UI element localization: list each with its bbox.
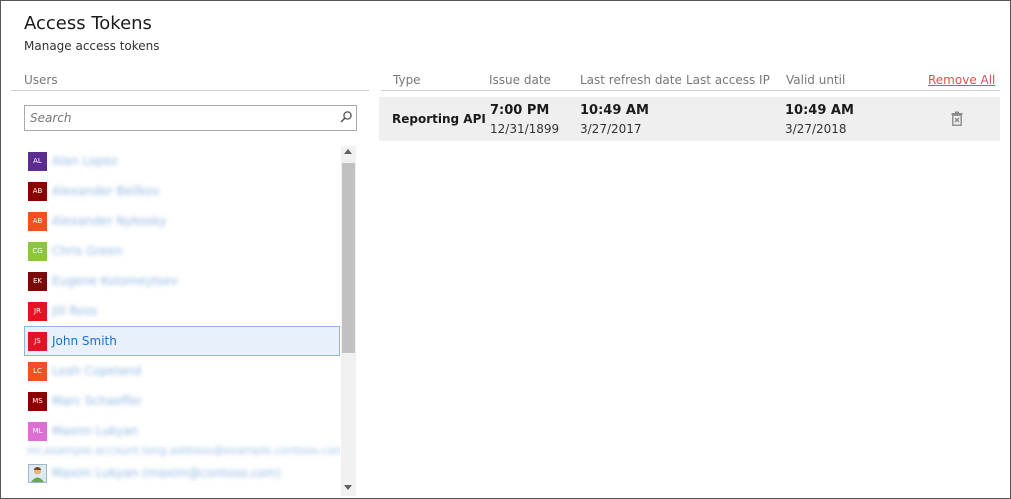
user-list-item[interactable]: Maxim Lukyan (maxim@contoso.com) [24,458,340,488]
search-icon[interactable] [339,110,353,124]
user-name: Marc Schaeffer [52,394,142,408]
page-title: Access Tokens [24,13,152,34]
user-name: Chris Green [52,244,123,258]
refresh-date: 3/27/2017 [580,122,642,136]
access-tokens-window: Access Tokens Manage access tokens Users… [0,0,1011,499]
user-name: Jill Ross [52,304,97,318]
scroll-down-arrow-icon[interactable] [344,485,352,490]
column-header-last-refresh-date: Last refresh date [580,73,682,87]
user-name: Leah Copeland [52,364,142,378]
tokens-divider [381,90,1000,91]
user-list-scrollbar[interactable] [341,146,356,496]
user-list-item[interactable]: CG Chris Green [24,236,340,266]
user-name: Eugene Kolomeytsev [52,274,178,288]
valid-date: 3/27/2018 [785,122,847,136]
user-avatar: LC [28,362,47,381]
user-list: AL Alan Lopez AB Alexander Bellkov AB Alexand… [24,146,340,498]
user-list-item[interactable]: MS Marc Schaeffer [24,386,340,416]
user-name: Maxim Lukyan (maxim@contoso.com) [52,466,282,480]
user-name: Maxim Lukyan [52,424,139,438]
user-list-item[interactable]: JS John Smith [24,326,340,356]
user-name: Alan Lopez [52,154,118,168]
user-avatar: MS [28,392,47,411]
issue-time: 7:00 PM [490,103,550,118]
user-avatar: AB [28,182,47,201]
trash-icon[interactable] [951,111,963,126]
page-subtitle: Manage access tokens [24,39,160,53]
token-row: Reporting API 7:00 PM 12/31/1899 10:49 A… [379,97,1000,141]
users-divider [11,90,369,91]
scroll-up-arrow-icon[interactable] [344,149,352,154]
user-email: ml.example.account.long.address@example.… [27,444,340,457]
user-name: Alexander Bellkov [52,184,160,198]
user-avatar: AL [28,152,47,171]
user-list-item[interactable]: JR Jill Ross [24,296,340,326]
scroll-thumb[interactable] [342,163,355,353]
user-avatar: JS [28,332,47,351]
user-avatar: JR [28,302,47,321]
user-list-item[interactable]: AL Alan Lopez [24,146,340,176]
user-list-item[interactable]: LC Leah Copeland [24,356,340,386]
user-avatar: AB [28,212,47,231]
valid-time: 10:49 AM [785,103,854,118]
user-list-item[interactable]: AB Alexander Bellkov [24,176,340,206]
user-list-item[interactable]: ML Maxim Lukyan [24,416,340,446]
users-label: Users [24,73,58,87]
user-name: John Smith [52,334,117,348]
search-input[interactable] [24,105,357,131]
remove-all-link[interactable]: Remove All [928,73,995,87]
user-avatar: EK [28,272,47,291]
user-list-item[interactable]: EK Eugene Kolomeytsev [24,266,340,296]
user-list-item[interactable]: AB Alexander Nykosky [24,206,340,236]
user-name: Alexander Nykosky [52,214,167,228]
column-header-issue-date: Issue date [489,73,551,87]
refresh-time: 10:49 AM [580,103,649,118]
token-type: Reporting API [392,112,486,126]
user-avatar: CG [28,242,47,261]
user-photo-avatar [28,464,47,483]
issue-date: 12/31/1899 [490,122,560,136]
user-avatar: ML [28,422,47,441]
column-header-valid-until: Valid until [786,73,846,87]
column-header-last-access-ip: Last access IP [686,73,770,87]
column-header-type: Type [393,73,421,87]
